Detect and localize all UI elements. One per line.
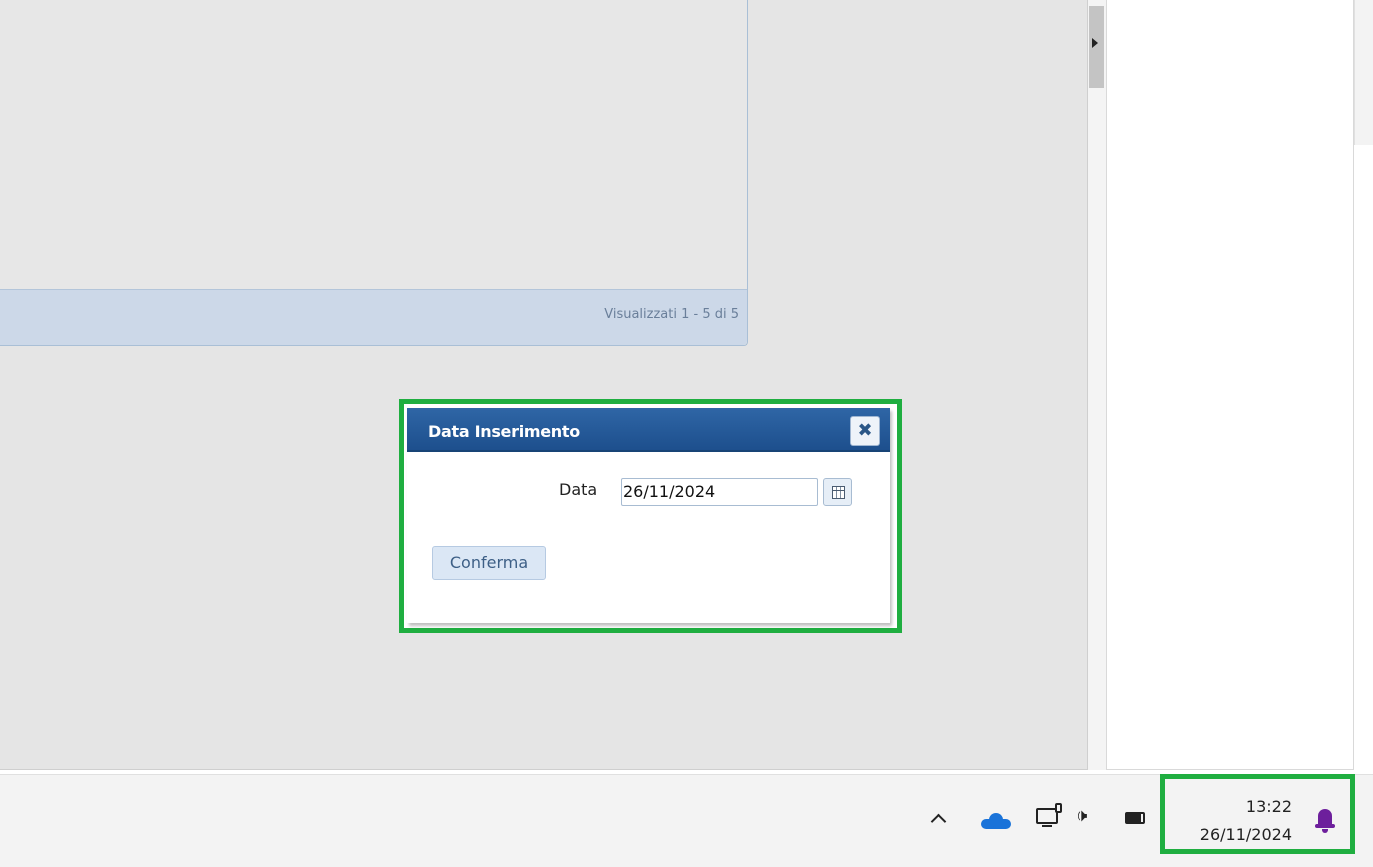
data-inserimento-dialog: Data Inserimento ✖ Data 26/11/2024 Confe… [407, 408, 890, 623]
date-field-label: Data [559, 480, 598, 499]
right-side-panel [1106, 0, 1354, 770]
pager-status-text: Visualizzati 1 - 5 di 5 [604, 307, 739, 322]
clock-time: 13:22 [1245, 797, 1292, 816]
clock-highlight-frame[interactable]: 13:22 26/11/2024 [1160, 774, 1355, 854]
close-button[interactable]: ✖ [850, 416, 880, 446]
chevron-up-icon[interactable] [930, 813, 947, 830]
close-icon: ✖ [857, 420, 873, 441]
date-input[interactable]: 26/11/2024 [621, 478, 818, 506]
calendar-icon [832, 486, 845, 499]
notification-bell-icon[interactable] [1315, 809, 1335, 835]
grid-panel: Visualizzati 1 - 5 di 5 [0, 0, 748, 346]
confirm-button[interactable]: Conferma [432, 546, 546, 580]
calendar-picker-button[interactable] [823, 478, 852, 506]
dialog-title-bar: Data Inserimento ✖ [407, 408, 890, 452]
expand-arrow-icon[interactable] [1092, 38, 1098, 48]
network-plug-icon [1055, 803, 1062, 813]
battery-level [1127, 814, 1141, 822]
app-main-area: Visualizzati 1 - 5 di 5 [0, 0, 1088, 770]
grid-pager-footer: Visualizzati 1 - 5 di 5 [0, 289, 747, 345]
vertical-scrollbar[interactable] [1088, 0, 1106, 770]
dialog-title: Data Inserimento [428, 422, 580, 441]
onedrive-cloud-icon[interactable] [981, 813, 1011, 829]
volume-icon[interactable]: 🕩 [1076, 805, 1087, 826]
window-edge [1354, 0, 1373, 145]
dialog-highlight-frame: Data Inserimento ✖ Data 26/11/2024 Confe… [399, 399, 902, 633]
network-icon-stand [1042, 825, 1052, 827]
clock-date: 26/11/2024 [1199, 825, 1292, 844]
